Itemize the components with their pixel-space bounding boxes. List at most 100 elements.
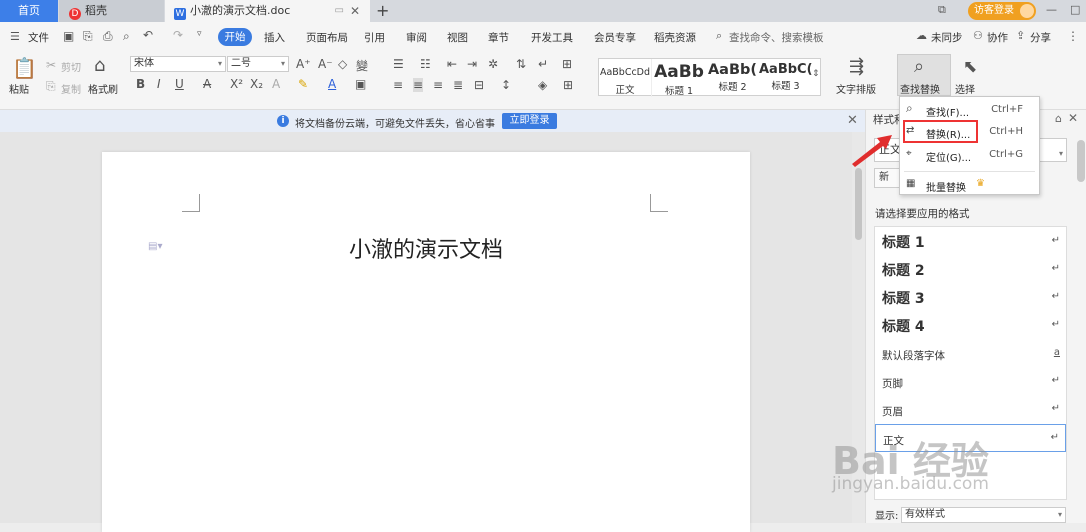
select-button[interactable]: 选择 [955, 81, 975, 96]
tab-daoke[interactable]: D 稻壳 [59, 0, 164, 22]
show-marks-icon[interactable]: ↵ [538, 57, 548, 71]
text-effect-icon[interactable]: A [272, 77, 280, 91]
increase-indent-icon[interactable]: ⇥ [467, 57, 477, 71]
highlight-icon[interactable]: ✎ [298, 77, 308, 91]
italic-icon[interactable]: I [157, 77, 161, 91]
more-icon[interactable]: ⋮ [1067, 29, 1079, 43]
subscript-icon[interactable]: X₂ [250, 77, 263, 91]
hamburger-icon[interactable]: ☰ [10, 30, 20, 43]
close-icon[interactable]: ✕ [847, 113, 858, 128]
menu-item-goto[interactable]: ⌖ 定位(G)... Ctrl+G [900, 144, 1039, 166]
shrink-font-icon[interactable]: A⁻ [318, 57, 333, 71]
list-item[interactable]: 页眉 ↵ [875, 396, 1066, 424]
font-size-select[interactable]: 二号 ▾ [227, 56, 289, 72]
style-heading-3[interactable]: AaBbC( 标题 3 [759, 59, 812, 97]
pane-scrollbar[interactable] [1077, 140, 1085, 182]
chinese-layout-icon[interactable]: ✲ [488, 57, 498, 71]
menu-review[interactable]: 审阅 [406, 30, 427, 45]
command-search[interactable]: 查找命令、搜索模板 [729, 30, 824, 45]
find-replace-button[interactable]: ⌕ 查找替换 [897, 54, 951, 96]
clear-format-icon[interactable]: ◇ [338, 57, 347, 71]
print-preview-icon[interactable]: ⌕ [123, 29, 130, 44]
select-cursor-icon[interactable]: ⬉ [963, 57, 977, 77]
bold-icon[interactable]: B [136, 77, 145, 91]
line-spacing-icon[interactable]: ↕ [501, 78, 511, 92]
close-icon[interactable]: ✕ [1068, 111, 1078, 125]
numbering-icon[interactable]: ☷ [420, 57, 431, 71]
share-button[interactable]: 分享 [1030, 30, 1051, 45]
list-item[interactable]: 标题 4 ↵ [875, 312, 1066, 340]
list-item[interactable]: 默认段落字体 a [875, 340, 1066, 368]
distributed-icon[interactable]: ⊟ [474, 78, 484, 92]
paste-icon[interactable]: 📋 [12, 56, 37, 80]
export-icon[interactable]: ⎘ [83, 29, 93, 44]
align-center-icon[interactable]: ≡ [413, 78, 424, 92]
bullets-icon[interactable]: ☰ [393, 57, 404, 71]
tab-home[interactable]: 首页 [0, 0, 58, 22]
guest-login-button[interactable]: 访客登录 [968, 2, 1036, 20]
undo-icon[interactable]: ↶ [143, 28, 153, 42]
underline-icon[interactable]: U [175, 77, 184, 91]
style-heading-1[interactable]: AaBb 标题 1 [652, 59, 706, 97]
grow-font-icon[interactable]: A⁺ [296, 57, 311, 71]
menu-start[interactable]: 开始 [218, 28, 252, 46]
menu-dev-tools[interactable]: 开发工具 [531, 30, 573, 45]
sync-status[interactable]: 未同步 [931, 30, 963, 45]
minimize-icon[interactable]: — [1046, 3, 1057, 16]
new-tab-button[interactable]: + [376, 0, 389, 22]
close-tab-icon[interactable]: ✕ [350, 0, 360, 22]
text-layout-button[interactable]: 文字排版 [836, 81, 876, 96]
menu-daoke-resources[interactable]: 稻壳资源 [654, 30, 696, 45]
strikethrough-icon[interactable]: A [203, 77, 211, 91]
list-item[interactable]: 标题 1 ↵ [875, 228, 1066, 256]
style-normal[interactable]: AaBbCcDd 正文 [599, 59, 652, 97]
menu-insert[interactable]: 插入 [264, 30, 285, 45]
font-name-select[interactable]: 宋体 ▾ [130, 56, 226, 72]
sort-icon[interactable]: ⇅ [516, 57, 526, 71]
document-title[interactable]: 小澈的演示文档 [102, 232, 750, 264]
login-now-button[interactable]: 立即登录 [502, 113, 557, 129]
window-layout-icon[interactable]: ⧉ [938, 3, 946, 17]
copy-button[interactable]: 复制 [61, 81, 81, 96]
decrease-indent-icon[interactable]: ⇤ [447, 57, 457, 71]
tab-document[interactable]: W 小澈的演示文档.doc ▭ ✕ [165, 0, 370, 22]
justify-icon[interactable]: ≣ [453, 78, 463, 92]
scrollbar-thumb[interactable] [855, 168, 862, 240]
print-icon[interactable]: ⎙ [103, 29, 113, 44]
maximize-icon[interactable]: □ [1070, 3, 1080, 16]
format-brush-button[interactable]: 格式刷 [88, 81, 118, 96]
font-color-icon[interactable]: A [328, 77, 336, 91]
superscript-icon[interactable]: X² [230, 77, 243, 91]
align-left-icon[interactable]: ≡ [393, 78, 403, 92]
document-page[interactable]: ▤▾ 小澈的演示文档 [102, 152, 750, 532]
list-item[interactable]: 标题 3 ↵ [875, 284, 1066, 312]
shading-icon[interactable]: ◈ [538, 78, 547, 92]
show-filter-select[interactable]: 有效样式 ▾ [901, 507, 1066, 523]
quick-access-dropdown-icon[interactable]: ▿ [197, 29, 202, 39]
align-right-icon[interactable]: ≡ [433, 78, 443, 92]
copy-icon[interactable]: ⎘ [46, 79, 56, 94]
monitor-icon[interactable]: ▭ [335, 0, 344, 22]
menu-section[interactable]: 章节 [488, 30, 509, 45]
collaborate-button[interactable]: 协作 [987, 30, 1008, 45]
menu-item-batch-replace[interactable]: ▦ 批量替换 ♛ [900, 174, 1039, 196]
borders-icon[interactable]: ⊞ [563, 78, 573, 92]
format-brush-icon[interactable]: ⌂ [94, 55, 105, 76]
menu-references[interactable]: 引用 [364, 30, 385, 45]
paste-button[interactable]: 粘贴 [9, 81, 29, 96]
text-layout-icon[interactable]: ⇶ [849, 56, 864, 77]
menu-view[interactable]: 视图 [447, 30, 468, 45]
list-item[interactable]: 标题 2 ↵ [875, 256, 1066, 284]
cut-icon[interactable]: ✂ [46, 58, 56, 72]
redo-icon[interactable]: ↷ [173, 28, 183, 42]
menu-page-layout[interactable]: 页面布局 [306, 30, 348, 45]
table-tools-icon[interactable]: ⊞ [562, 57, 572, 71]
style-gallery-scroll-icon[interactable]: ⇕ [812, 69, 820, 79]
menu-member[interactable]: 会员专享 [594, 30, 636, 45]
menu-item-find[interactable]: ⌕ 查找(F)... Ctrl+F [900, 99, 1039, 121]
pin-icon[interactable]: ⌂ [1055, 112, 1062, 125]
style-heading-2[interactable]: AaBb( 标题 2 [706, 59, 759, 97]
menu-file[interactable]: 文件 [28, 30, 49, 45]
save-icon[interactable]: ▣ [63, 29, 74, 43]
char-border-icon[interactable]: ▣ [355, 77, 366, 91]
